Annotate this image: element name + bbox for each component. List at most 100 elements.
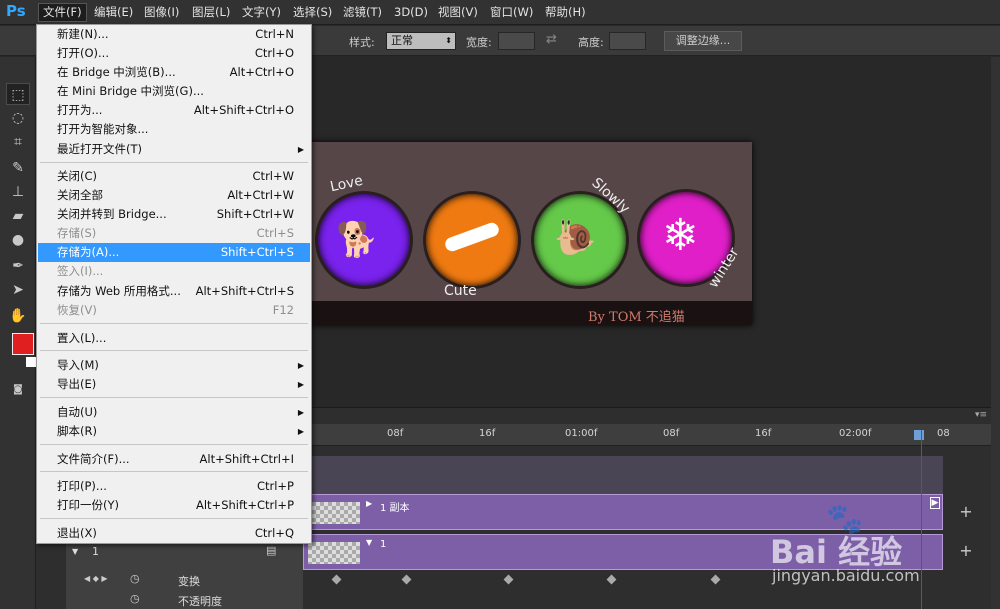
track-row: [303, 456, 943, 476]
width-field[interactable]: [498, 32, 535, 50]
keyframe-nav-icon[interactable]: ◀ ◆ ▶: [84, 574, 108, 583]
style-select[interactable]: 正常 ⬍: [386, 32, 456, 50]
photoshop-window: Ps 文件(F) 编辑(E) 图像(I) 图层(L) 文字(Y) 选择(S) 滤…: [0, 0, 1000, 609]
menu-help[interactable]: 帮助(H): [541, 3, 590, 22]
healing-brush-icon[interactable]: ✎: [6, 157, 30, 179]
marquee-tool-icon[interactable]: ⬚: [6, 83, 30, 105]
item-shortcut: Ctrl+P: [256, 479, 294, 493]
menu-save[interactable]: 存储(S) Ctrl+S: [38, 224, 310, 243]
item-shortcut: Ctrl+W: [252, 169, 294, 183]
menu-check-in[interactable]: 签入(I)...: [38, 262, 310, 281]
menu-browse-bridge[interactable]: 在 Bridge 中浏览(B)... Alt+Ctrl+O: [38, 63, 310, 82]
menu-type[interactable]: 文字(Y): [238, 3, 285, 22]
submenu-arrow-icon: ▶: [297, 380, 304, 389]
quick-mask-icon[interactable]: ◙: [6, 379, 30, 401]
property-opacity: 不透明度: [178, 595, 222, 608]
tick-label: 02:00f: [839, 428, 872, 439]
menu-close-goto-bridge[interactable]: 关闭并转到 Bridge... Shift+Ctrl+W: [38, 205, 310, 224]
stamp-tool-icon[interactable]: ⊥: [6, 181, 30, 203]
item-label: 关闭(C): [57, 169, 98, 183]
file-menu-dropdown: 新建(N)... Ctrl+N 打开(O)... Ctrl+O 在 Bridge 中…: [36, 24, 312, 544]
width-label: 宽度:: [466, 36, 492, 49]
adjust-edge-button[interactable]: 调整边缘...: [664, 31, 742, 51]
menu-recent-files[interactable]: 最近打开文件(T) ▶: [38, 140, 310, 159]
item-shortcut: Shift+Ctrl+W: [216, 207, 294, 221]
tick-label: 16f: [755, 428, 772, 439]
menu-exit[interactable]: 退出(X) Ctrl+Q: [38, 524, 310, 543]
menu-place[interactable]: 置入(L)...: [38, 329, 310, 348]
keyframe-icon[interactable]: [503, 574, 514, 585]
pen-tool-icon[interactable]: ✒: [6, 255, 30, 277]
item-label: 自动(U): [57, 405, 98, 419]
menu-3d[interactable]: 3D(D): [390, 3, 432, 22]
track-row: [303, 476, 943, 496]
menu-select[interactable]: 选择(S): [289, 3, 336, 22]
menu-export[interactable]: 导出(E) ▶: [38, 375, 310, 394]
keyframe-icon[interactable]: [710, 574, 721, 585]
keyframe-icon[interactable]: [331, 574, 342, 585]
menu-window[interactable]: 窗口(W): [486, 3, 537, 22]
playhead-handle-icon[interactable]: [914, 430, 924, 440]
menu-print[interactable]: 打印(P)... Ctrl+P: [38, 477, 310, 496]
menu-edit[interactable]: 编辑(E): [90, 3, 137, 22]
menu-filter[interactable]: 滤镜(T): [339, 3, 386, 22]
clip-thumbnail: [308, 502, 360, 524]
love-circle: 🐕: [318, 194, 410, 286]
menu-automate[interactable]: 自动(U) ▶: [38, 403, 310, 422]
artwork-credit: By TOM 不追猫: [588, 310, 685, 325]
item-label: 新建(N)...: [57, 27, 109, 41]
item-label: 关闭全部: [57, 188, 103, 202]
background-color-swatch[interactable]: [26, 357, 36, 367]
menu-open[interactable]: 打开(O)... Ctrl+O: [38, 44, 310, 63]
menu-layer[interactable]: 图层(L): [188, 3, 234, 22]
menu-separator: [40, 350, 308, 351]
bone-icon: [443, 220, 501, 254]
menu-scripts[interactable]: 脚本(R) ▶: [38, 422, 310, 441]
baidu-watermark: 🐾 Bai 经验 jingyan.baidu.com: [766, 502, 998, 602]
timeline-ruler[interactable]: 08f 16f 01:00f 08f 16f 02:00f 08: [303, 424, 991, 446]
clip-label: 1 副本: [380, 503, 410, 514]
menu-view[interactable]: 视图(V): [434, 3, 482, 22]
keyframe-icon[interactable]: [401, 574, 412, 585]
menu-new[interactable]: 新建(N)... Ctrl+N: [38, 25, 310, 44]
film-icon[interactable]: ▤: [266, 544, 276, 557]
play-triangle-icon: ▶: [366, 499, 373, 508]
hand-tool-icon[interactable]: ✋: [6, 305, 30, 327]
menu-close[interactable]: 关闭(C) Ctrl+W: [38, 167, 310, 186]
menu-browse-mini-bridge[interactable]: 在 Mini Bridge 中浏览(G)...: [38, 82, 310, 101]
item-label: 文件简介(F)...: [57, 452, 130, 466]
item-shortcut: Shift+Ctrl+S: [220, 245, 294, 259]
expand-triangle-icon: ▼: [366, 538, 373, 547]
style-value: 正常: [391, 34, 413, 47]
menu-close-all[interactable]: 关闭全部 Alt+Ctrl+W: [38, 186, 310, 205]
layer-expand-icon[interactable]: ▼: [72, 547, 78, 556]
menu-save-as[interactable]: 存储为(A)... Shift+Ctrl+S: [38, 243, 310, 262]
panel-menu-icon[interactable]: ▾≡: [975, 410, 987, 420]
crop-tool-icon[interactable]: ⌗: [6, 131, 30, 153]
menu-file-info[interactable]: 文件简介(F)... Alt+Shift+Ctrl+I: [38, 450, 310, 469]
menu-open-as[interactable]: 打开为... Alt+Shift+Ctrl+O: [38, 101, 310, 120]
item-shortcut: Ctrl+N: [255, 27, 294, 41]
eraser-tool-icon[interactable]: ▰: [6, 205, 30, 227]
stopwatch-icon[interactable]: ◷: [130, 592, 140, 605]
keyframe-icon[interactable]: [606, 574, 617, 585]
lasso-tool-icon[interactable]: ◌: [6, 107, 30, 129]
menu-revert[interactable]: 恢复(V) F12: [38, 301, 310, 320]
blur-tool-icon[interactable]: ●: [6, 229, 30, 251]
stopwatch-icon[interactable]: ◷: [130, 572, 140, 585]
height-field[interactable]: [609, 32, 646, 50]
menu-file[interactable]: 文件(F): [38, 3, 87, 22]
swap-icon[interactable]: ⇄: [546, 32, 557, 47]
snail-icon: 🐌: [554, 218, 597, 258]
path-select-icon[interactable]: ➤: [6, 279, 30, 301]
tick-label: 01:00f: [565, 428, 598, 439]
item-label: 脚本(R): [57, 424, 97, 438]
foreground-color-swatch[interactable]: [12, 333, 34, 355]
layer-properties-list: ▼ 1 ▤ ◀ ◆ ▶ ◷ 变换 ◷ 不透明度: [66, 538, 303, 609]
menu-image[interactable]: 图像(I): [140, 3, 183, 22]
menu-import[interactable]: 导入(M) ▶: [38, 356, 310, 375]
menu-print-one-copy[interactable]: 打印一份(Y) Alt+Shift+Ctrl+P: [38, 496, 310, 515]
menu-save-for-web[interactable]: 存储为 Web 所用格式... Alt+Shift+Ctrl+S: [38, 282, 310, 301]
style-label: 样式:: [349, 36, 375, 49]
menu-open-smart-object[interactable]: 打开为智能对象...: [38, 120, 310, 139]
